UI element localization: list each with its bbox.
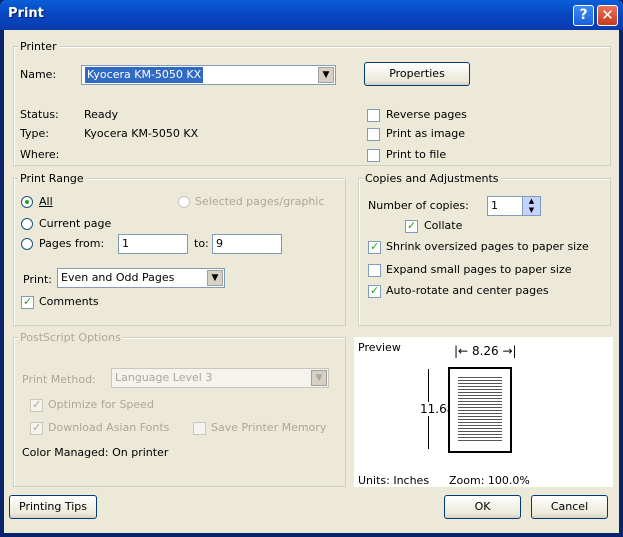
printer-name-select[interactable]: Kyocera KM-5050 KX ▼ bbox=[81, 65, 336, 85]
copies-label: Number of copies: bbox=[368, 199, 469, 212]
printer-name-value: Kyocera KM-5050 KX bbox=[85, 67, 204, 83]
to-label: to: bbox=[194, 237, 209, 250]
printing-tips-button[interactable]: Printing Tips bbox=[9, 495, 97, 519]
close-icon: ✕ bbox=[601, 6, 614, 24]
zoom-label: Zoom: 100.0% bbox=[449, 474, 530, 487]
expand-checkbox[interactable] bbox=[368, 264, 381, 277]
properties-label: Properties bbox=[389, 67, 445, 80]
type-label: Type: bbox=[20, 127, 49, 140]
print-method-value: Language Level 3 bbox=[115, 371, 213, 384]
autorotate-label[interactable]: Auto-rotate and center pages bbox=[386, 284, 549, 297]
print-range-label: Print Range bbox=[18, 172, 86, 185]
all-label[interactable]: All bbox=[39, 195, 53, 208]
cancel-label: Cancel bbox=[550, 500, 589, 513]
status-label: Status: bbox=[20, 108, 59, 121]
name-label: Name: bbox=[20, 68, 57, 81]
chevron-down-icon[interactable]: ▼ bbox=[523, 206, 540, 215]
close-button[interactable]: ✕ bbox=[597, 5, 618, 26]
print-to-file-checkbox[interactable] bbox=[367, 149, 380, 162]
print-subset-value: Even and Odd Pages bbox=[61, 271, 175, 284]
preview-label: Preview bbox=[358, 341, 401, 354]
printer-group-label: Printer bbox=[18, 40, 59, 53]
cancel-button[interactable]: Cancel bbox=[531, 495, 608, 519]
width-dimension: |← 8.26 →| bbox=[454, 344, 517, 358]
to-page-input[interactable]: 9 bbox=[212, 234, 282, 254]
ok-button[interactable]: OK bbox=[444, 495, 521, 519]
print-subset-select[interactable]: Even and Odd Pages ▼ bbox=[57, 268, 225, 288]
shrink-label[interactable]: Shrink oversized pages to paper size bbox=[386, 240, 589, 253]
print-as-image-checkbox[interactable] bbox=[367, 128, 380, 141]
dialog-body: Printer Name: Kyocera KM-5050 KX ▼ Prope… bbox=[4, 30, 619, 533]
shrink-checkbox[interactable] bbox=[368, 240, 381, 254]
properties-button[interactable]: Properties bbox=[364, 62, 470, 86]
chevron-down-icon[interactable]: ▼ bbox=[311, 370, 327, 386]
status-value: Ready bbox=[84, 108, 119, 121]
autorotate-checkbox[interactable] bbox=[368, 284, 381, 298]
download-fonts-checkbox[interactable] bbox=[30, 421, 43, 435]
page-content-preview bbox=[458, 377, 502, 443]
printing-tips-label: Printing Tips bbox=[19, 500, 87, 513]
color-managed-label: Color Managed: On printer bbox=[22, 446, 169, 459]
optimize-label[interactable]: Optimize for Speed bbox=[48, 398, 154, 411]
collate-label[interactable]: Collate bbox=[424, 219, 462, 232]
copies-spinner[interactable]: ▲ ▼ bbox=[522, 197, 540, 215]
current-page-radio[interactable] bbox=[21, 218, 33, 230]
comments-checkbox[interactable] bbox=[21, 295, 34, 309]
arrow-left-icon: |← bbox=[454, 344, 469, 358]
print-dialog: Print ? ✕ Printer Name: Kyocera KM-5050 … bbox=[0, 0, 623, 537]
page-thumbnail bbox=[448, 367, 512, 453]
type-value: Kyocera KM-5050 KX bbox=[84, 127, 199, 140]
help-button[interactable]: ? bbox=[573, 5, 594, 26]
pages-from-radio[interactable] bbox=[21, 238, 33, 250]
print-to-file-label[interactable]: Print to file bbox=[386, 148, 446, 161]
postscript-group-label: PostScript Options bbox=[18, 331, 123, 344]
copies-group-label: Copies and Adjustments bbox=[363, 172, 501, 185]
download-fonts-label[interactable]: Download Asian Fonts bbox=[48, 421, 169, 434]
comments-label[interactable]: Comments bbox=[39, 295, 99, 308]
chevron-down-icon[interactable]: ▼ bbox=[207, 270, 223, 286]
width-value: 8.26 bbox=[471, 344, 499, 358]
preview-panel: Preview |← 8.26 →| 11.68 Units: Inches Z… bbox=[354, 337, 613, 487]
current-page-label[interactable]: Current page bbox=[39, 217, 111, 230]
reverse-pages-checkbox[interactable] bbox=[367, 109, 380, 122]
print-as-image-label[interactable]: Print as image bbox=[386, 127, 465, 140]
chevron-up-icon[interactable]: ▲ bbox=[523, 197, 540, 206]
copies-value: 1 bbox=[491, 199, 498, 212]
print-method-label: Print Method: bbox=[22, 373, 96, 386]
print-method-select[interactable]: Language Level 3 ▼ bbox=[111, 368, 329, 388]
print-subset-label: Print: bbox=[23, 273, 53, 286]
all-radio[interactable] bbox=[21, 196, 33, 208]
save-memory-checkbox[interactable] bbox=[193, 422, 206, 435]
collate-checkbox[interactable] bbox=[405, 219, 418, 233]
ok-label: OK bbox=[474, 500, 491, 513]
question-icon: ? bbox=[579, 7, 588, 23]
title-bar[interactable]: Print ? ✕ bbox=[0, 0, 623, 30]
printer-group: Printer bbox=[13, 40, 611, 166]
optimize-checkbox[interactable] bbox=[30, 398, 43, 412]
expand-label[interactable]: Expand small pages to paper size bbox=[386, 263, 572, 276]
dialog-title: Print bbox=[8, 6, 44, 21]
pages-from-label[interactable]: Pages from: bbox=[39, 237, 104, 250]
selected-pages-radio[interactable] bbox=[178, 196, 190, 208]
chevron-down-icon[interactable]: ▼ bbox=[318, 67, 334, 83]
arrow-right-icon: →| bbox=[502, 344, 517, 358]
units-label: Units: Inches bbox=[358, 474, 430, 487]
reverse-pages-label[interactable]: Reverse pages bbox=[386, 108, 467, 121]
from-page-input[interactable]: 1 bbox=[118, 234, 188, 254]
save-memory-label[interactable]: Save Printer Memory bbox=[211, 421, 326, 434]
selected-pages-label[interactable]: Selected pages/graphic bbox=[195, 195, 324, 208]
where-label: Where: bbox=[20, 148, 60, 161]
postscript-group: PostScript Options bbox=[13, 331, 346, 487]
